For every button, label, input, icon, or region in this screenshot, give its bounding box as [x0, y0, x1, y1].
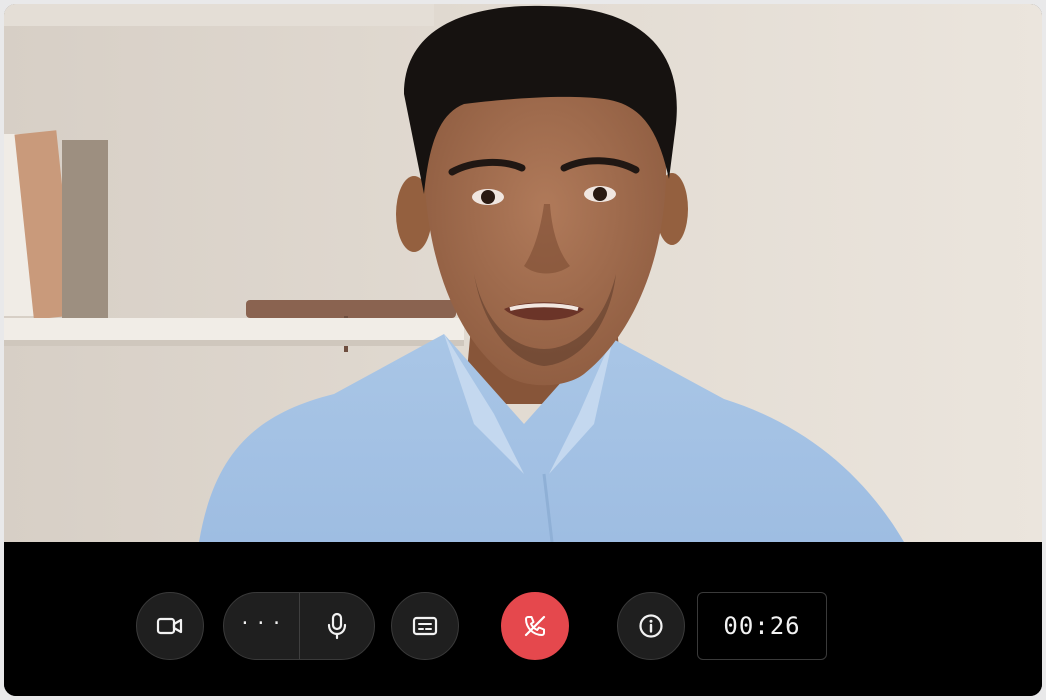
video-call-window: ··· 00:26 [4, 4, 1042, 696]
camera-toggle-button[interactable] [136, 592, 204, 660]
video-camera-icon [156, 616, 184, 636]
remote-video-feed [4, 4, 1042, 542]
more-options-button[interactable]: ··· [224, 593, 299, 659]
end-call-icon [521, 612, 549, 640]
more-and-mic-control-group: ··· [223, 592, 375, 660]
captions-button[interactable] [391, 592, 459, 660]
captions-icon [412, 615, 438, 637]
participant-video-image [4, 4, 1042, 542]
end-call-button[interactable] [501, 592, 569, 660]
info-icon [638, 613, 664, 639]
call-controls-bar: ··· 00:26 [4, 542, 1042, 696]
microphone-toggle-button[interactable] [300, 593, 375, 659]
microphone-icon [326, 612, 348, 640]
call-duration-timer: 00:26 [697, 592, 827, 660]
call-info-button[interactable] [617, 592, 685, 660]
more-options-icon: ··· [239, 612, 287, 634]
